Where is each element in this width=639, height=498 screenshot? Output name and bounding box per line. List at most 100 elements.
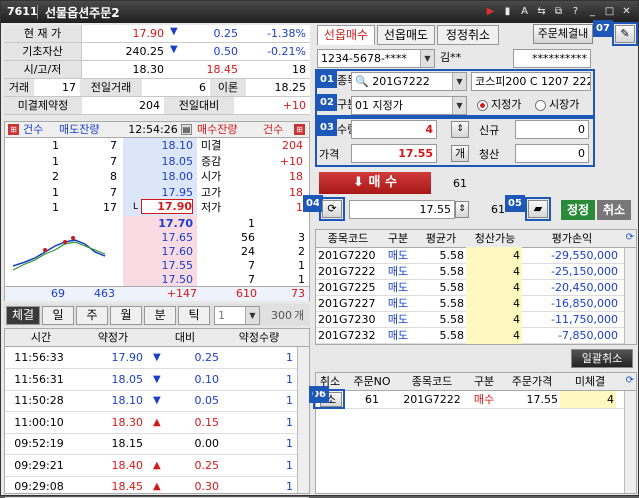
trade-qty: 1 (286, 415, 293, 429)
help-icon[interactable]: ? (568, 4, 583, 19)
password-field[interactable]: ********** (513, 49, 591, 68)
search-icon[interactable]: 🔍 (355, 75, 369, 88)
chevron-down-icon[interactable]: ▼ (452, 97, 466, 114)
refresh-icon[interactable]: ⟳ (322, 200, 342, 218)
modify-button[interactable]: 정정 (561, 200, 595, 220)
trade-row: 11:56:31 18.05 ▼ 0.10 1 (5, 369, 309, 391)
tab-trades[interactable]: 체결 (6, 306, 40, 325)
ask-price[interactable]: 17.95 (141, 184, 194, 201)
price-stepper[interactable]: ⇕ (455, 201, 469, 218)
ask-stat-label: 고가 (201, 185, 222, 199)
chevron-down-icon[interactable]: ▼ (420, 50, 434, 67)
modify-price-field[interactable]: 17.55 (349, 200, 455, 219)
cancel-button[interactable]: 취소 (597, 200, 631, 220)
order-price: 17.55 (526, 393, 559, 406)
ask-price[interactable]: 18.05 (141, 153, 194, 170)
pos-pnl: -25,150,000 (551, 265, 618, 278)
symbol-field[interactable]: 🔍 201G7222 ▼ (351, 72, 467, 91)
play-icon[interactable]: ▶ (483, 4, 498, 19)
theory-value: 18.25 (274, 81, 307, 94)
tab-modify[interactable]: 정정취소 (437, 25, 499, 45)
account-select[interactable]: 1234-5678-**** ▼ (317, 49, 435, 68)
trade-scrollbar[interactable] (297, 347, 309, 493)
up-triangle-icon: ▲ (153, 481, 161, 492)
ask-row: 2 8 18.00 시가 18 (5, 169, 309, 185)
ask-count-label: 건수 (23, 123, 44, 136)
expand-icon[interactable]: ⊞ (294, 124, 305, 135)
pos-avg: 5.58 (439, 329, 465, 342)
radio-limit[interactable] (477, 100, 488, 111)
orders-grid: 취소 주문NO 종목코드 구분 주문가격 미체결 ⟳ 소 61 201G7222 매수… (315, 372, 637, 494)
order-type-select[interactable]: 01 지정가 ▼ (351, 96, 467, 115)
radio-market-label: 시장가 (549, 98, 580, 111)
position-row[interactable]: 201G7232 매도 5.58 4 -7,850,000 (316, 327, 624, 344)
maximize-icon[interactable]: □ (602, 4, 617, 19)
pos-avg: 5.58 (439, 297, 465, 310)
ask-price[interactable]: 18.10 (141, 137, 194, 154)
chevron-down-icon[interactable]: ▼ (452, 73, 466, 90)
position-row[interactable]: 201G7227 매도 5.58 4 -16,850,000 (316, 295, 624, 312)
tab-month[interactable]: 월 (110, 306, 142, 325)
order-row[interactable]: 소 61 201G7222 매수 17.55 4 (316, 391, 624, 409)
bid-count-label: 건수 (263, 123, 284, 136)
title-bar: 7611 선물옵션주문2 ▶ ▮ A ⇆ ⧉ ? _ □ ✕ (1, 1, 638, 23)
buy-button[interactable]: ⬇ 매 수 (319, 172, 431, 194)
expand-icon[interactable]: ⊞ (8, 124, 19, 135)
pos-pnl: -20,450,000 (551, 281, 618, 294)
trade-change: 0.00 (194, 437, 220, 450)
orders-scrollbar[interactable] (624, 391, 636, 493)
pos-closable: 4 (466, 295, 522, 312)
tab-week[interactable]: 주 (76, 306, 108, 325)
current-price: 17.90 (132, 27, 165, 40)
link-icon[interactable]: ⇆ (534, 4, 549, 19)
fills-button[interactable]: 주문체결내 (533, 24, 593, 44)
tab-tick[interactable]: 틱 (178, 306, 210, 325)
ask-row: 1 7 18.10 미결 204 (5, 138, 309, 154)
trade-row: 09:29:21 18.40 ▲ 0.25 1 (5, 455, 309, 477)
ask-price[interactable]: 18.00 (141, 168, 194, 185)
highlight-06 (313, 389, 345, 409)
price-mode-button[interactable]: 개 (451, 145, 469, 162)
refresh-icon[interactable]: ⟳ (626, 232, 634, 243)
capture-icon[interactable]: ⧉ (551, 4, 566, 19)
mini-price-chart (12, 236, 106, 271)
bulk-cancel-button[interactable]: 일괄취소 (571, 349, 633, 368)
close-icon[interactable]: ✕ (619, 4, 634, 19)
trade-time: 09:29:08 (14, 480, 64, 493)
refresh-icon[interactable]: ⟳ (626, 375, 634, 386)
folder-icon[interactable]: ▰ (528, 200, 548, 218)
price-field[interactable]: 17.55 (351, 144, 437, 163)
interval-select[interactable]: 1 ▼ (214, 306, 260, 325)
tool-icon[interactable]: ✎ (615, 25, 635, 43)
pos-code: 201G7227 (318, 297, 376, 310)
menu-icon[interactable]: ▮ (500, 4, 515, 19)
qty-field[interactable]: 4 (351, 120, 437, 139)
position-row[interactable]: 201G7220 매도 5.58 4 -29,550,000 (316, 247, 624, 264)
positions-scrollbar[interactable] (624, 248, 636, 344)
underlying-pct: -0.21% (267, 45, 306, 58)
account-number: 1234-5678-**** (321, 52, 407, 65)
tab-buy[interactable]: 선옵매수 (317, 25, 375, 45)
badge-03: 03 (317, 119, 337, 136)
position-row[interactable]: 201G7225 매도 5.58 4 -20,450,000 (316, 279, 624, 296)
position-row[interactable]: 201G7230 매도 5.58 4 -11,750,000 (316, 311, 624, 328)
radio-market[interactable] (535, 100, 546, 111)
font-icon[interactable]: A (517, 4, 532, 19)
position-row[interactable]: 201G7222 매도 5.58 4 -25,150,000 (316, 263, 624, 280)
order-no: 61 (365, 393, 379, 406)
settings-icon[interactable]: ▤ (181, 124, 192, 135)
col-time: 시간 (30, 331, 52, 344)
ask-price[interactable]: 17.90 (141, 199, 193, 214)
pos-code: 201G7222 (318, 265, 376, 278)
pos-side: 매도 (387, 329, 409, 342)
minimize-icon[interactable]: _ (585, 4, 600, 19)
col-side: 구분 (387, 232, 409, 245)
badge-01: 01 (317, 71, 337, 88)
qty-stepper[interactable]: ⇕ (451, 121, 469, 138)
tab-day[interactable]: 일 (42, 306, 74, 325)
tab-sell[interactable]: 선옵매도 (377, 25, 435, 45)
trade-price: 18.15 (111, 437, 144, 450)
chevron-down-icon[interactable]: ▼ (245, 307, 259, 324)
tab-minute[interactable]: 분 (144, 306, 176, 325)
positions-header: 종목코드 구분 평균가 청산가능 평가손익 ⟳ (316, 230, 636, 248)
